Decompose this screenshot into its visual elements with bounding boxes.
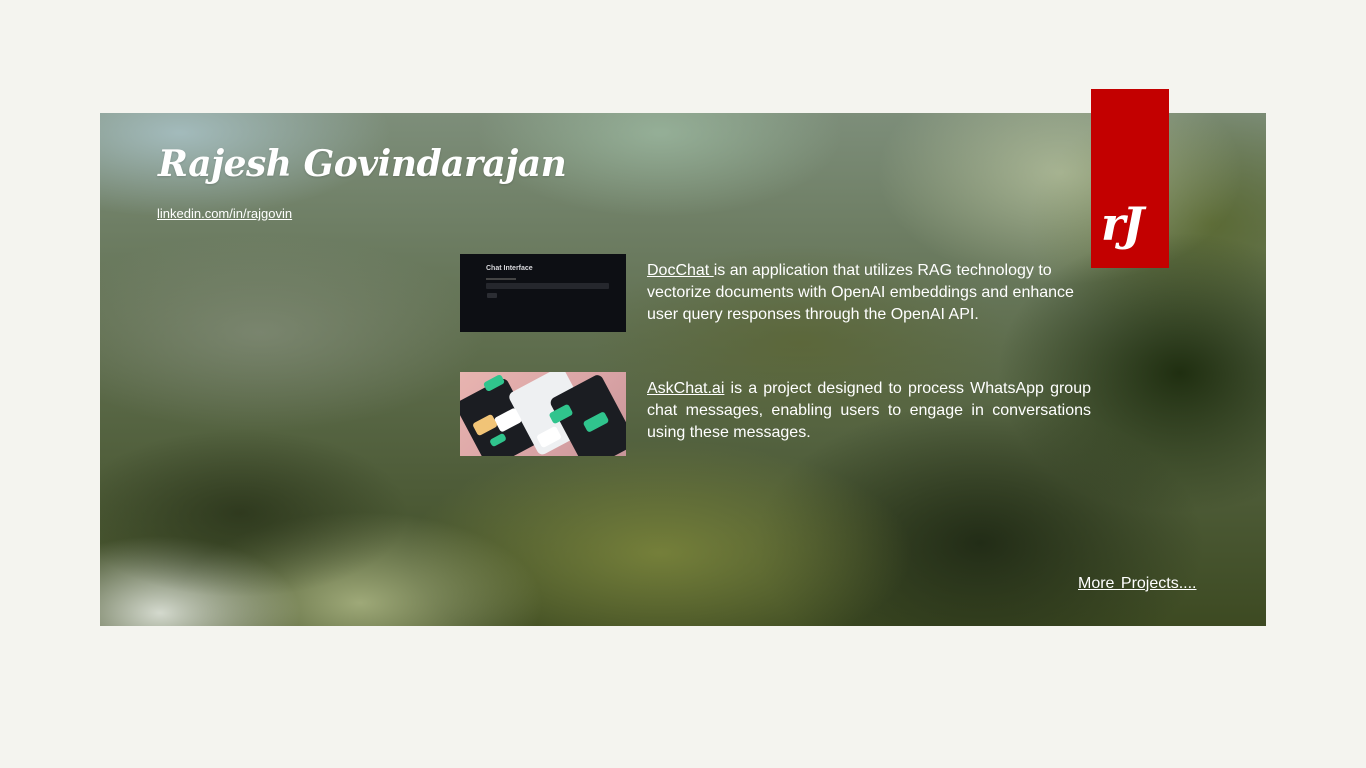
more-projects-link[interactable]: More Projects.... [1078,575,1196,593]
thumbnail-title: Chat Interface [486,265,533,272]
page-title: Rajesh Govindarajan [158,143,567,185]
project-description: DocChat is an application that utilizes … [647,260,1091,326]
thumbnail-subtitle-line [486,278,516,280]
docchat-thumbnail[interactable]: Chat Interface [460,254,626,332]
thumbnail-input-field [486,283,609,289]
docchat-link[interactable]: DocChat [647,262,714,279]
askchat-thumbnail[interactable] [460,372,626,456]
linkedin-link[interactable]: linkedin.com/in/rajgovin [157,206,292,221]
project-description: AskChat.ai is a project designed to proc… [647,378,1091,444]
logo-ribbon: rJ [1091,89,1169,268]
askchat-link[interactable]: AskChat.ai [647,380,724,397]
thumbnail-button [487,293,497,298]
logo-icon: rJ [1101,197,1144,251]
